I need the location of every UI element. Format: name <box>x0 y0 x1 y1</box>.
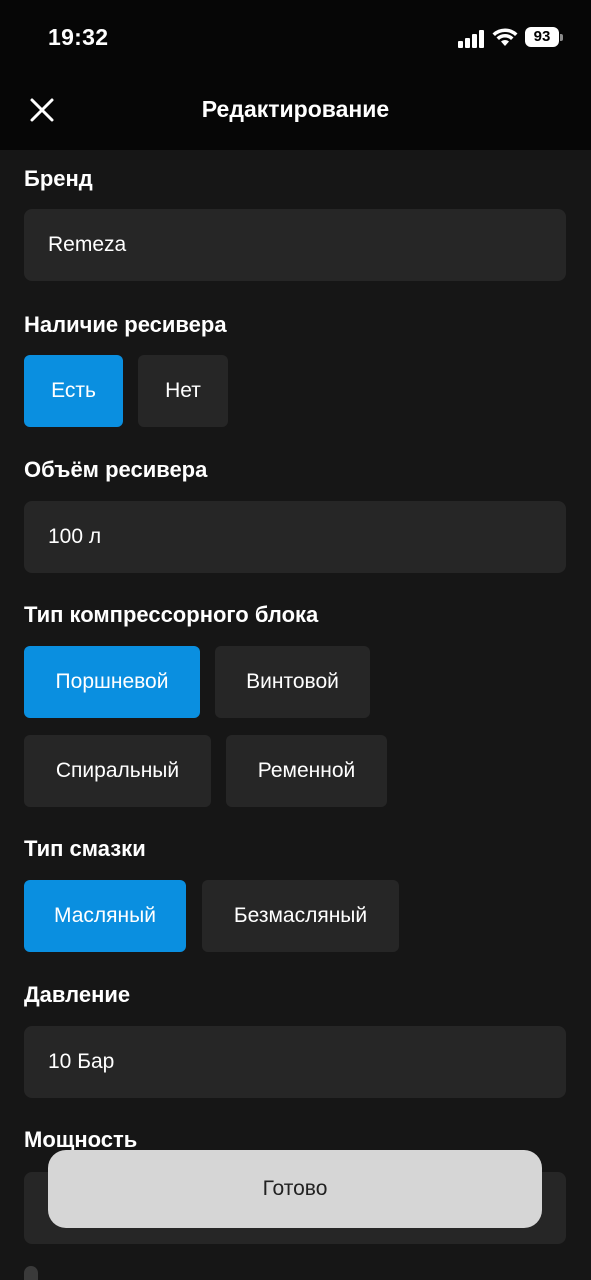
edit-screen: 19:32 93 Редактирование Бренд Remeza Нал… <box>0 0 591 1280</box>
receiver-option-no[interactable]: Нет <box>138 355 228 427</box>
compressor-type-label: Тип компрессорного блока <box>24 602 319 627</box>
wifi-icon <box>492 28 518 46</box>
brand-input[interactable]: Remeza <box>24 209 566 281</box>
pressure-label: Давление <box>24 982 131 1007</box>
lubrication-option-oilfree[interactable]: Безмасляный <box>202 880 399 952</box>
pressure-input[interactable]: 10 Бар <box>24 1026 566 1098</box>
receiver-option-yes[interactable]: Есть <box>24 355 123 427</box>
battery-level: 93 <box>525 27 559 47</box>
next-section-peek <box>24 1266 38 1280</box>
receiver-label: Наличие ресивера <box>24 312 227 337</box>
top-bar: 19:32 93 Редактирование <box>0 0 591 150</box>
cellular-signal-icon <box>458 30 486 48</box>
done-button[interactable]: Готово <box>48 1150 542 1228</box>
status-time: 19:32 <box>48 24 109 50</box>
brand-label: Бренд <box>24 166 93 191</box>
lubrication-option-oil[interactable]: Масляный <box>24 880 186 952</box>
compressor-option-scroll[interactable]: Спиральный <box>24 735 211 807</box>
page-title: Редактирование <box>201 96 390 122</box>
compressor-option-piston[interactable]: Поршневой <box>24 646 200 718</box>
receiver-volume-input[interactable]: 100 л <box>24 501 566 573</box>
receiver-volume-label: Объём ресивера <box>24 457 208 482</box>
lubrication-label: Тип смазки <box>24 836 146 861</box>
compressor-option-belt[interactable]: Ременной <box>226 735 387 807</box>
battery-icon: 93 <box>525 27 563 47</box>
compressor-option-screw[interactable]: Винтовой <box>215 646 370 718</box>
